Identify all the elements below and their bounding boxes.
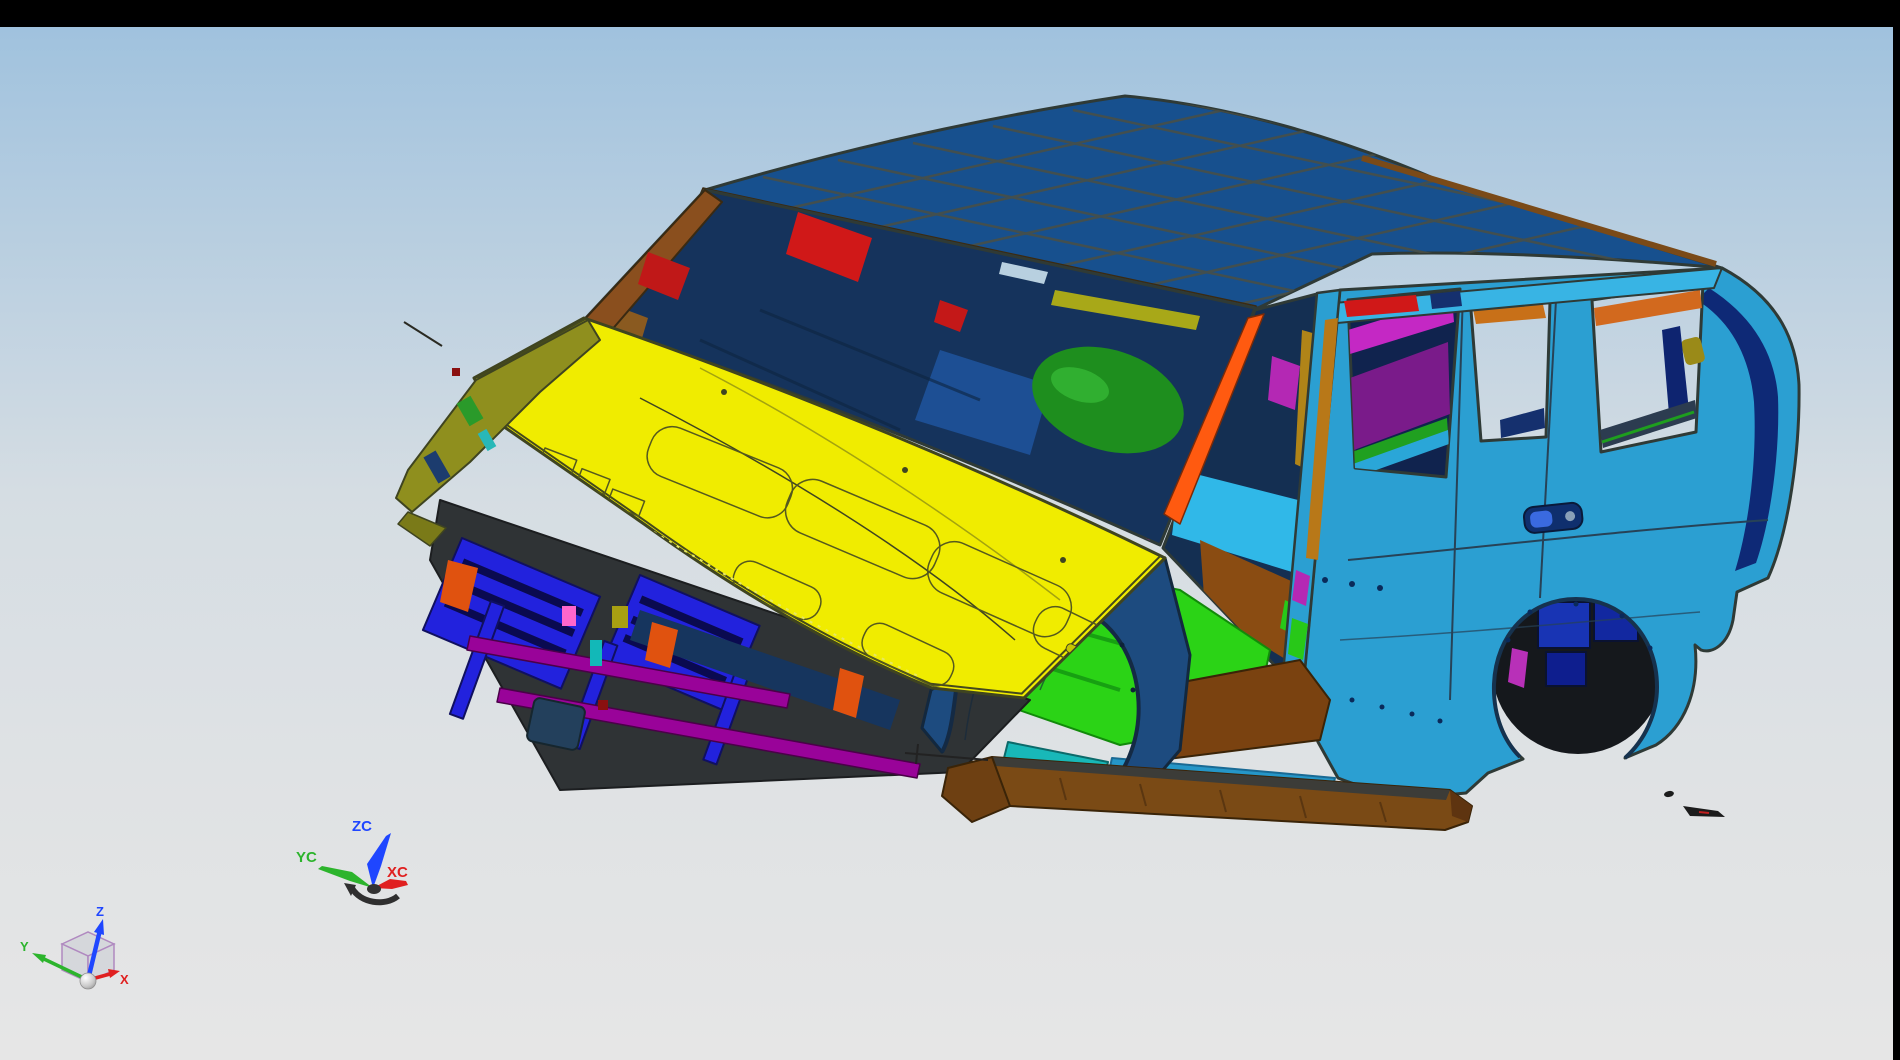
cad-application-window: ZC YC XC Z Y X bbox=[0, 0, 1900, 1060]
wcs-y-label: YC bbox=[296, 849, 317, 866]
abs-y-label: Y bbox=[20, 939, 29, 954]
tow-bracket bbox=[526, 697, 586, 751]
quarter-window-rear[interactable] bbox=[1592, 283, 1706, 452]
abs-x-label: X bbox=[120, 972, 129, 987]
wcs-origin-handle[interactable] bbox=[367, 884, 381, 894]
wcs-z-label: ZC bbox=[352, 818, 372, 835]
right-frame-bar bbox=[1893, 0, 1900, 1060]
abs-z-label: Z bbox=[96, 904, 104, 919]
cad-viewport-canvas[interactable]: ZC YC XC Z Y X bbox=[0, 0, 1900, 1060]
door-handle-recess[interactable] bbox=[1523, 502, 1583, 534]
wcs-x-label: XC bbox=[387, 864, 408, 881]
quarter-window-front[interactable] bbox=[1470, 297, 1550, 441]
top-frame-bar bbox=[0, 0, 1900, 27]
